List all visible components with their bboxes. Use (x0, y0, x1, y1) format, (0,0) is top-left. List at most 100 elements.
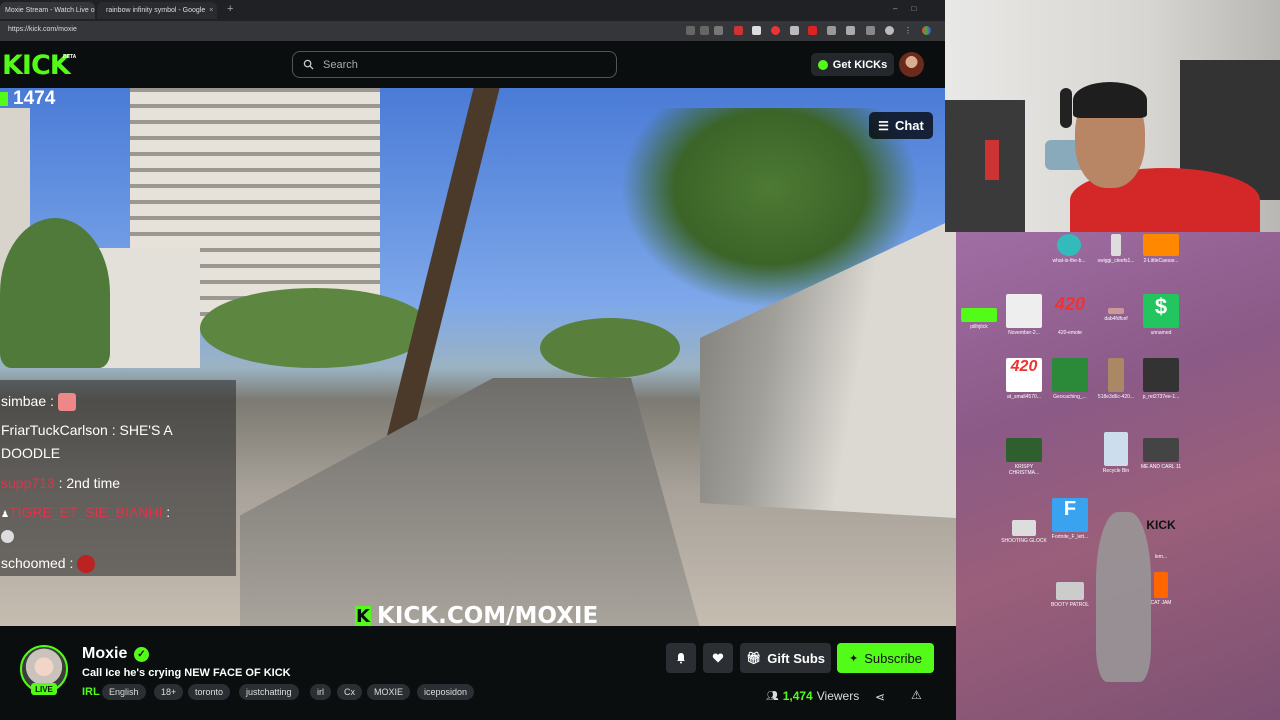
ghost-emote-icon (1, 529, 14, 543)
recycle-bin-icon[interactable]: Recycle Bin (1093, 432, 1139, 474)
streamer-name[interactable]: Moxie (82, 645, 127, 663)
desktop-icon[interactable]: ME AND CARL 11 (1138, 438, 1184, 470)
notification-bell-button[interactable] (666, 643, 696, 673)
viewers-label: Viewers (816, 689, 860, 703)
tag-english[interactable]: English (102, 684, 146, 700)
url-field[interactable]: https://kick.com/moxie (8, 26, 77, 33)
desktop-icon[interactable]: pillhjitck (956, 294, 1002, 330)
gift-subs-label: Gift Subs (767, 650, 825, 666)
desktop-icon[interactable]: November-2... (1001, 294, 1047, 336)
desktop-icon[interactable]: BOOTY PATROL (1047, 582, 1093, 608)
search-bar[interactable] (292, 51, 617, 78)
extension-icon[interactable] (846, 26, 855, 35)
chat-message: simbae : (1, 390, 76, 413)
address-bar (0, 21, 945, 41)
desktop: what-is-the-b... swiggi_cteefs1... 2-Lit… (956, 232, 1280, 720)
live-badge: LIVE (31, 683, 57, 695)
zoom-icon[interactable] (686, 26, 695, 35)
chrome-icon[interactable] (922, 26, 931, 35)
extension-icon[interactable] (808, 26, 817, 35)
tree (200, 288, 430, 368)
chat-message: schoomed : (1, 552, 96, 575)
bottle (985, 140, 999, 180)
chat-emote-line (1, 524, 14, 547)
tag-irl[interactable]: irl (310, 684, 331, 700)
translate-icon[interactable] (700, 26, 709, 35)
close-icon[interactable]: × (209, 7, 213, 14)
extension-icon[interactable] (771, 26, 780, 35)
tag-toronto[interactable]: toronto (188, 684, 231, 700)
search-input[interactable] (321, 57, 605, 72)
desktop-icon[interactable]: dab4fdfcef (1093, 294, 1139, 322)
heart-icon (712, 653, 724, 663)
chat-text: SHE'S A (119, 422, 173, 438)
emote-icon (77, 555, 96, 574)
follow-button[interactable] (703, 643, 733, 673)
chat-message: supp713 : 2nd time (1, 472, 120, 495)
menu-dots-icon[interactable]: ⋮ (904, 26, 913, 35)
webcam-feed (945, 0, 1280, 232)
tag-18plus[interactable]: 18+ (154, 684, 184, 700)
window-controls[interactable]: –□ (893, 4, 930, 13)
beta-badge: BETA (63, 54, 77, 60)
chat-separator: : (162, 504, 171, 520)
tag-cx[interactable]: Cx (337, 684, 362, 700)
extension-icon[interactable] (790, 26, 799, 35)
chat-username: TIGRE_ET_SIE_BIANHI (9, 504, 163, 520)
tag-moxie[interactable]: MOXIE (367, 684, 411, 700)
desktop-icon[interactable]: what-is-the-b... (1046, 234, 1092, 264)
desktop-icon[interactable]: 420 420-emote (1047, 294, 1093, 336)
desktop-icon[interactable]: $ unnamed (1138, 294, 1184, 336)
desktop-icon[interactable]: Geocaching_... (1047, 358, 1093, 400)
verified-icon: ✓ (134, 647, 149, 662)
chat-button-label: Chat (894, 118, 924, 133)
category-link[interactable]: IRL (82, 686, 100, 698)
gift-icon: 🎁︎ (745, 651, 762, 665)
chat-message: ♟TIGRE_ET_SIE_BIANHI : (1, 501, 170, 526)
profile-icon[interactable] (885, 26, 894, 35)
subscribe-button[interactable]: ✦ Subscribe (837, 643, 934, 673)
chat-text: 2nd time (66, 475, 121, 491)
chat-overlay: simbae : FriarTuckCarlson : SHE'S A DOOD… (0, 380, 236, 576)
badge-icon: ♟ (1, 509, 10, 519)
chat-username: schoomed (1, 555, 66, 571)
desktop-icon[interactable]: 518e3d6c-420... (1093, 358, 1139, 400)
star-icon[interactable] (714, 26, 723, 35)
desktop-icon[interactable]: swiggi_cteefs1... (1093, 234, 1139, 264)
gift-subs-button[interactable]: 🎁︎ Gift Subs (740, 643, 831, 673)
user-avatar[interactable] (899, 52, 924, 77)
desktop-icon[interactable]: SHOOTING GLOCK (1001, 512, 1047, 544)
desktop-icon[interactable]: 2-LittleCaesar... (1138, 234, 1184, 264)
get-kicks-button[interactable]: Get KICKs (811, 53, 894, 76)
extension-icon[interactable] (827, 26, 836, 35)
share-icon[interactable]: ⋖ (875, 690, 885, 704)
new-tab-button[interactable]: + (227, 3, 233, 15)
chat-toggle-button[interactable]: ☰ Chat (869, 112, 933, 139)
desktop-icon[interactable]: p_ret2737ee-1... (1138, 358, 1184, 400)
viewer-count: 1474 (13, 88, 56, 109)
kick-k-icon: K (355, 605, 371, 627)
subscribe-label: Subscribe (864, 650, 923, 666)
kicks-coin-icon (817, 59, 828, 70)
desktop-icon[interactable]: KRISPY CHRISTMA... (1001, 438, 1047, 476)
browser-tab[interactable]: Moxie Stream - Watch Live o× (0, 2, 95, 19)
desktop-icon[interactable]: F Fortnite_F_lett... (1047, 498, 1093, 540)
extension-icon[interactable] (734, 26, 743, 35)
tree (540, 318, 680, 378)
kick-logo[interactable]: KICK (2, 50, 71, 81)
tag-iceposidon[interactable]: iceposidon (417, 684, 475, 700)
animated-character (1096, 512, 1151, 682)
desktop-icon[interactable]: 420 at_small4570... (1001, 358, 1047, 400)
tag-justchatting[interactable]: justchatting (239, 684, 299, 700)
browser-tab[interactable]: rainbow infinity symbol - Google × (97, 2, 217, 19)
extension-icon[interactable] (752, 26, 761, 35)
chat-separator: : (54, 475, 67, 491)
chat-text: DOODLE (1, 445, 61, 461)
bell-icon (677, 653, 685, 664)
users-icon: 👥︎ (766, 690, 779, 702)
chat-username: simbae (1, 393, 47, 409)
report-icon[interactable]: ⚠︎ (911, 688, 922, 702)
chat-separator: : (46, 393, 58, 409)
stream-title: Call Ice he's crying NEW FACE OF KICK (82, 667, 291, 679)
puzzle-icon[interactable] (866, 26, 875, 35)
